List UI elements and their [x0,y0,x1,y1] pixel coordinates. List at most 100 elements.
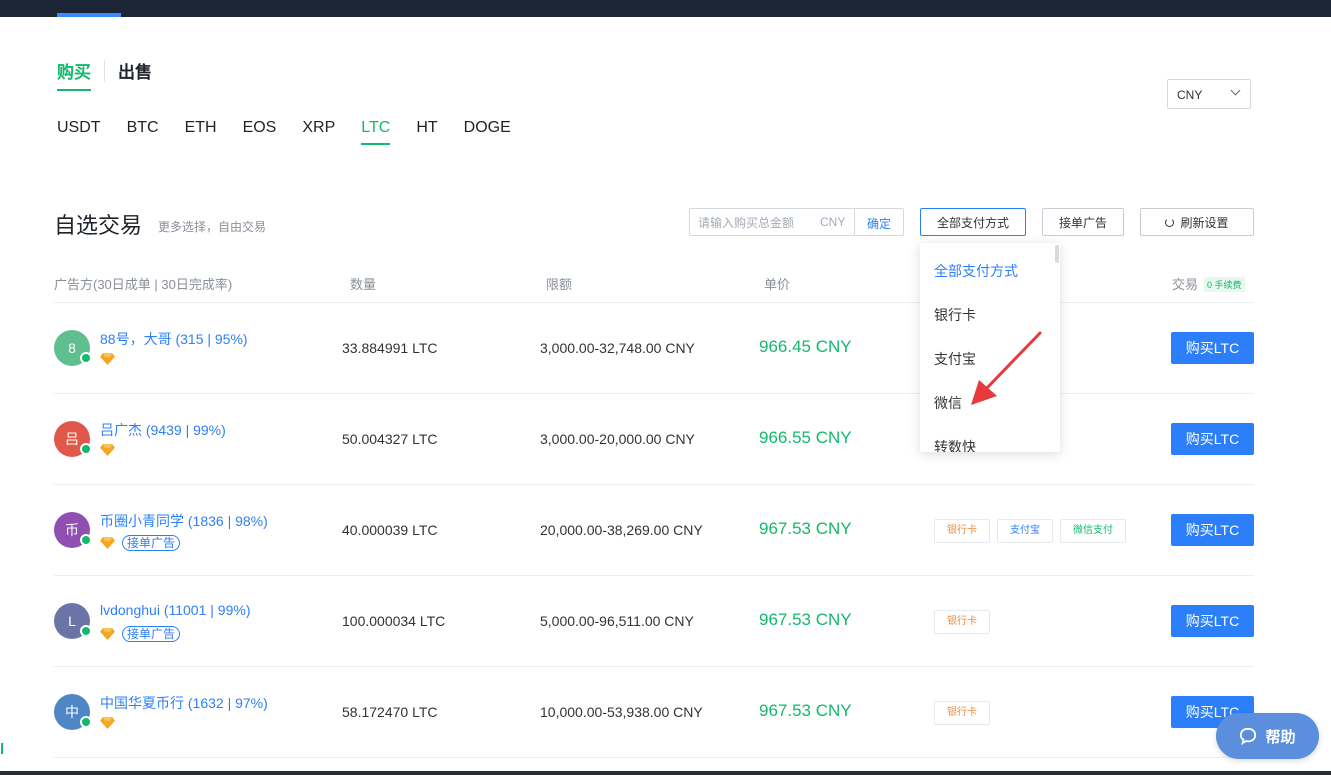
coin-tab-ht[interactable]: HT [416,119,437,145]
payment-method-filter-label: 全部支付方式 [936,215,1009,230]
ad-filter-button[interactable]: 接单广告 [1042,208,1124,236]
merchant-badges: 接单广告 [100,626,181,642]
table-header: 广告方(30日成单 | 30日完成率) 数量 限额 单价 交易 0 手续费 [54,274,1254,303]
online-status-dot [80,352,92,364]
currency-select-value: CNY [1177,88,1203,102]
help-button[interactable]: 帮助 [1216,713,1319,759]
payment-tags: 银行卡 [934,701,997,725]
payment-tag-bank-card: 银行卡 [934,519,990,543]
quantity-value: 50.004327 LTC [342,431,438,447]
limit-value: 20,000.00-38,269.00 CNY [540,522,703,538]
quantity-value: 58.172470 LTC [342,704,438,720]
merchant-badges: 接单广告 [100,535,181,551]
price-value: 967.53 CNY [759,701,852,720]
table-row: 币币圈小青同学 (1836 | 98%) 接单广告 40.000039 LTC 20,… [54,484,1254,576]
section-subtitle: 更多选择，自由交易 [158,220,267,234]
payment-tag-alipay: 支付宝 [997,519,1053,543]
quantity-value: 40.000039 LTC [342,522,438,538]
trade-mode-tabs: 购买 出售 [57,58,152,91]
help-label: 帮助 [1265,728,1296,746]
diamond-icon [100,353,115,365]
header-advertiser: 广告方(30日成单 | 30日完成率) [54,277,233,292]
bottom-border [0,771,1331,775]
ad-tag: 接单广告 [122,535,181,551]
refresh-icon [1165,217,1175,227]
payment-tag-wechat-pay: 微信支付 [1060,519,1126,543]
chat-bubble-icon [1240,727,1257,745]
coin-tab-eth[interactable]: ETH [185,119,217,145]
amount-unit: CNY [820,215,846,229]
header-trade: 交易 0 手续费 [1172,274,1245,293]
amount-input[interactable] [690,209,820,237]
diamond-icon [100,717,115,729]
payment-tag-bank-card: 银行卡 [934,701,990,725]
payment-tags: 银行卡 支付宝 微信支付 [934,519,1133,543]
tab-sell[interactable]: 出售 [118,58,152,89]
online-status-dot [80,716,92,728]
merchant-name-link[interactable]: 币圈小青同学 (1836 | 98%) [100,511,268,531]
table-row: 吕吕广杰 (9439 | 99%) 50.004327 LTC 3,000.00-2… [54,393,1254,485]
quantity-value: 33.884991 LTC [342,340,438,356]
buy-ltc-button[interactable]: 购买LTC [1171,514,1254,546]
buy-ltc-button[interactable]: 购买LTC [1171,423,1254,455]
ad-tag: 接单广告 [122,626,181,642]
online-status-dot [80,534,92,546]
amount-confirm-button[interactable]: 确定 [867,215,891,232]
online-status-dot [80,443,92,455]
payment-tag-bank-card: 银行卡 [934,610,990,634]
tab-buy[interactable]: 购买 [57,58,91,91]
coin-tabs: USDT BTC ETH EOS XRP LTC HT DOGE [57,119,537,145]
coin-tab-usdt[interactable]: USDT [57,119,101,145]
amount-divider [854,209,855,235]
limit-value: 10,000.00-53,938.00 CNY [540,704,703,720]
buy-ltc-button[interactable]: 购买LTC [1171,605,1254,637]
zero-fee-badge: 0 手续费 [1204,277,1245,292]
dropdown-item-fps[interactable]: 转数快 [934,437,976,452]
section-title: 自选交易 [54,213,143,238]
coin-tab-eos[interactable]: EOS [243,119,277,145]
merchant-badges [100,353,115,365]
diamond-icon [100,628,115,640]
table-row: Llvdonghui (11001 | 99%) 接单广告 100.000034 L… [54,575,1254,667]
refresh-settings-button[interactable]: 刷新设置 [1140,208,1254,236]
limit-value: 5,000.00-96,511.00 CNY [540,613,694,629]
price-value: 967.53 CNY [759,610,852,629]
merchant-name-link[interactable]: 中国华夏币行 (1632 | 97%) [100,693,268,713]
header-trade-label: 交易 [1172,277,1199,292]
online-status-dot [80,625,92,637]
coin-tab-ltc[interactable]: LTC [361,119,391,145]
merchant-name-link[interactable]: lvdonghui (11001 | 99%) [100,602,250,618]
dropdown-item-wechat[interactable]: 微信 [934,393,962,413]
tab-divider [104,60,105,82]
refresh-settings-label: 刷新设置 [1180,215,1229,230]
merchant-name-link[interactable]: 88号，大哥 (315 | 95%) [100,329,248,349]
dropdown-item-all-payment[interactable]: 全部支付方式 [934,261,1018,281]
table-row: 8 88号，大哥 (315 | 95%) 33.884991 LTC 3,000.00… [54,302,1254,394]
price-value: 967.53 CNY [759,519,852,538]
price-value: 966.55 CNY [759,428,852,447]
coin-tab-doge[interactable]: DOGE [464,119,511,145]
price-value: 966.45 CNY [759,337,852,356]
coin-tab-xrp[interactable]: XRP [302,119,335,145]
payment-tags: 银行卡 [934,610,997,634]
coin-tab-btc[interactable]: BTC [127,119,159,145]
limit-value: 3,000.00-32,748.00 CNY [540,340,695,356]
header-limit: 限额 [546,277,573,292]
annotation-arrow-icon [971,331,1042,405]
left-edge-mark: l [0,741,5,758]
quantity-value: 100.000034 LTC [342,613,446,629]
buy-ltc-button[interactable]: 购买LTC [1171,332,1254,364]
ad-filter-label: 接单广告 [1058,215,1107,230]
payment-method-filter-button[interactable]: 全部支付方式 [920,208,1026,236]
header-price: 单价 [764,277,791,292]
merchant-badges [100,717,115,729]
dropdown-scrollbar[interactable] [1055,245,1059,263]
dropdown-item-bank-card[interactable]: 银行卡 [934,305,976,325]
top-nav-bar [0,0,1331,17]
merchant-name-link[interactable]: 吕广杰 (9439 | 99%) [100,420,226,440]
diamond-icon [100,537,115,549]
diamond-icon [100,444,115,456]
amount-filter: CNY 确定 [689,208,904,237]
top-nav-active-indicator [57,13,121,17]
currency-select[interactable]: CNY [1167,79,1251,109]
